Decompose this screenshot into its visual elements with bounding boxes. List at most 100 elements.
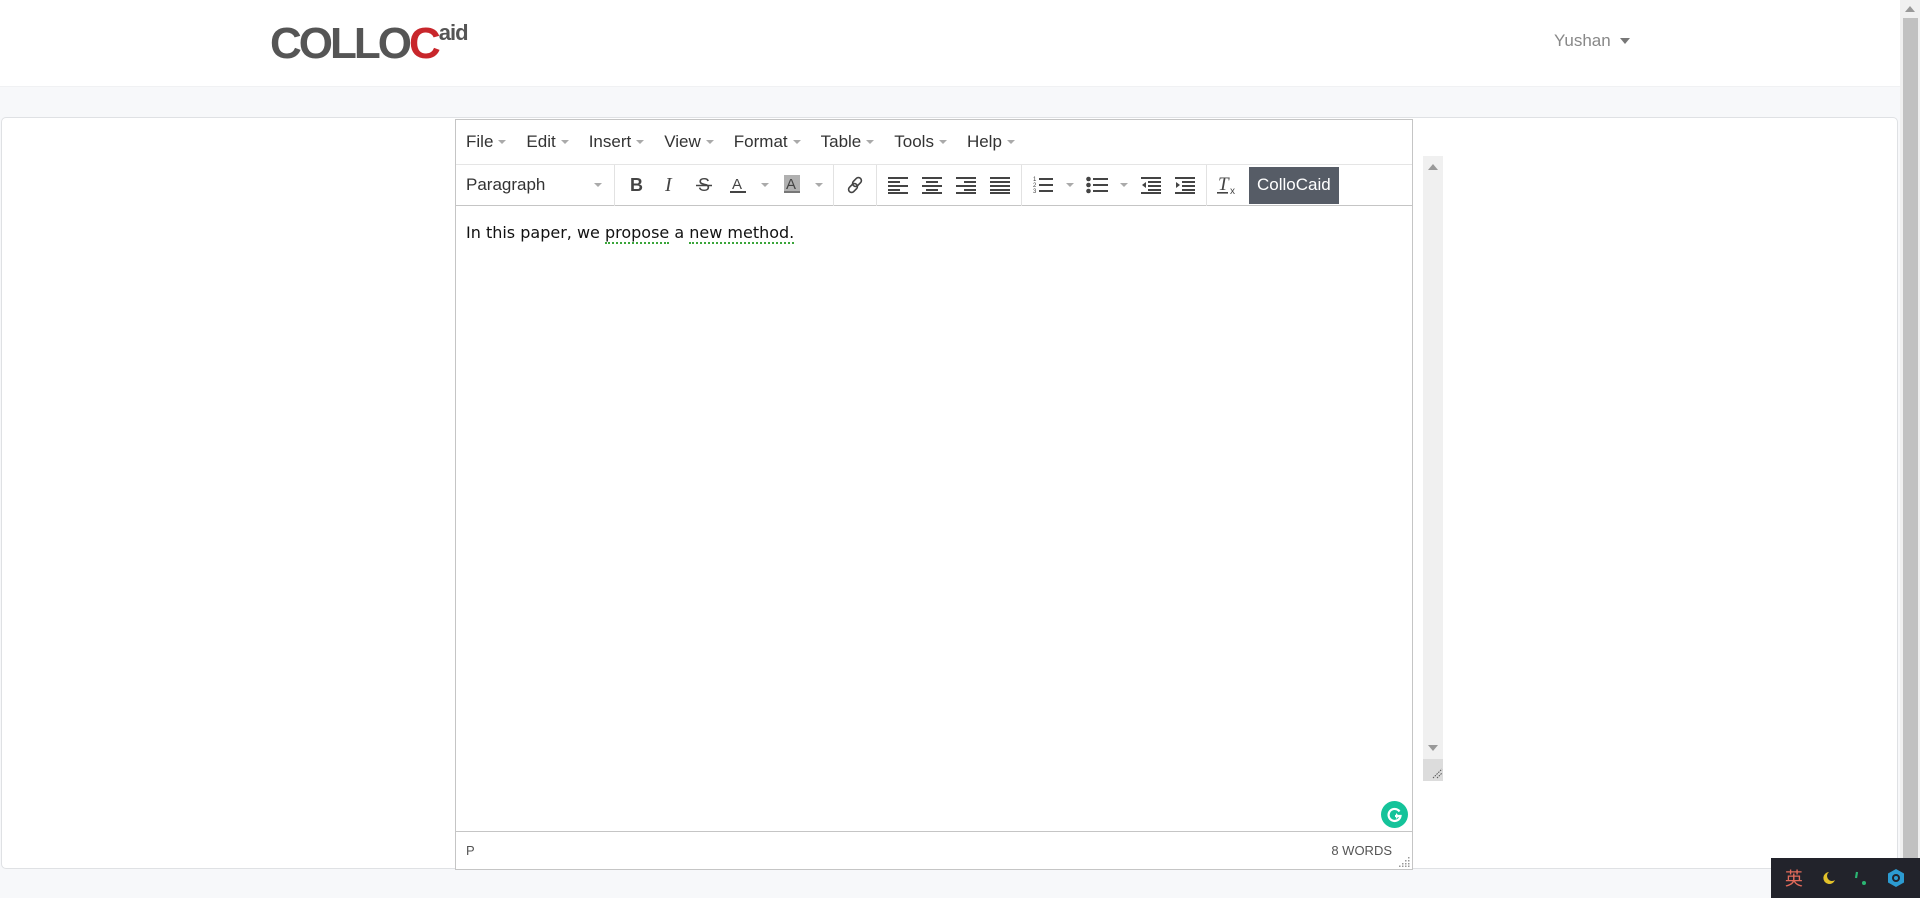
text-color-icon: A bbox=[730, 176, 746, 193]
text-color-button[interactable]: A bbox=[721, 168, 755, 202]
align-right-button[interactable] bbox=[949, 168, 983, 202]
logo-main: COLLO bbox=[270, 19, 412, 68]
clear-formatting-button[interactable]: Tx bbox=[1211, 168, 1245, 202]
chevron-down-icon bbox=[1006, 140, 1015, 144]
chevron-down-icon bbox=[705, 140, 714, 144]
chevron-down-icon bbox=[938, 140, 947, 144]
menu-label: Table bbox=[820, 132, 862, 151]
background-color-button[interactable]: A bbox=[775, 168, 809, 202]
chevron-down-icon bbox=[761, 183, 769, 187]
align-right-icon bbox=[956, 177, 976, 194]
menu-insert[interactable]: Insert bbox=[589, 132, 645, 152]
numbered-list-dropdown[interactable] bbox=[1060, 168, 1080, 202]
scroll-up-icon[interactable] bbox=[1428, 164, 1438, 170]
grammar-flagged-word[interactable]: propose bbox=[604, 223, 670, 244]
list-indent-group: 123 bbox=[1022, 164, 1207, 206]
chevron-down-icon bbox=[560, 140, 569, 144]
menu-format[interactable]: Format bbox=[734, 132, 801, 152]
svg-text:x: x bbox=[1230, 186, 1235, 195]
grammarly-button[interactable] bbox=[1381, 801, 1408, 828]
strikethrough-icon: S bbox=[696, 176, 712, 194]
svg-text:A: A bbox=[732, 176, 742, 193]
paragraph[interactable]: In this paper, we propose a new method. bbox=[466, 223, 1402, 244]
page-scrollbar[interactable] bbox=[1900, 0, 1920, 898]
ime-language-toggle[interactable]: 英 bbox=[1785, 865, 1803, 891]
outdent-button[interactable] bbox=[1134, 168, 1168, 202]
bold-button[interactable]: B bbox=[619, 168, 653, 202]
clear-format-icon: Tx bbox=[1217, 175, 1235, 195]
highlight-icon: A bbox=[784, 175, 800, 193]
svg-text:I: I bbox=[664, 176, 673, 194]
italic-icon: I bbox=[664, 176, 673, 194]
align-left-button[interactable] bbox=[881, 168, 915, 202]
collocaid-plugin-button[interactable]: ColloCaid bbox=[1249, 166, 1339, 204]
menu-file[interactable]: File bbox=[466, 132, 507, 152]
bullet-list-dropdown[interactable] bbox=[1114, 168, 1134, 202]
word-count[interactable]: 8 WORDS bbox=[1331, 843, 1392, 858]
justify-button[interactable] bbox=[983, 168, 1017, 202]
text-color-dropdown[interactable] bbox=[755, 168, 775, 202]
editor-content[interactable]: In this paper, we propose a new method. bbox=[456, 207, 1412, 830]
editor-menubar: File Edit Insert View Format Table Tools… bbox=[456, 120, 1412, 165]
block-format-group: Paragraph bbox=[456, 164, 615, 206]
user-menu[interactable]: Yushan bbox=[1554, 31, 1630, 51]
text-style-group: B I S A A bbox=[615, 164, 834, 206]
menu-label: File bbox=[466, 132, 494, 151]
align-left-icon bbox=[888, 177, 908, 194]
collocaid-logo[interactable]: COLLO Caid bbox=[270, 19, 469, 68]
chevron-down-icon bbox=[1066, 183, 1074, 187]
menu-help[interactable]: Help bbox=[967, 132, 1015, 152]
indent-icon bbox=[1175, 177, 1195, 194]
text-segment: In this paper, we bbox=[466, 223, 605, 242]
chevron-down-icon bbox=[594, 183, 602, 187]
bold-icon: B bbox=[630, 176, 643, 194]
punctuation-icon[interactable] bbox=[1852, 869, 1870, 887]
chevron-down-icon bbox=[636, 140, 645, 144]
link-icon bbox=[847, 176, 863, 194]
svg-text:3: 3 bbox=[1033, 189, 1037, 195]
scroll-down-icon[interactable] bbox=[1428, 745, 1438, 751]
align-center-button[interactable] bbox=[915, 168, 949, 202]
grammarly-icon bbox=[1387, 807, 1402, 823]
block-format-value: Paragraph bbox=[466, 175, 546, 194]
menu-label: Help bbox=[966, 132, 1002, 151]
scroll-up-icon[interactable] bbox=[1905, 6, 1915, 12]
editor-statusbar: P 8 WORDS bbox=[456, 831, 1412, 869]
chevron-down-icon bbox=[866, 140, 875, 144]
alignment-group bbox=[877, 164, 1022, 206]
element-path[interactable]: P bbox=[466, 843, 475, 858]
chevron-down-icon bbox=[498, 140, 507, 144]
align-center-icon bbox=[922, 177, 942, 194]
strikethrough-button[interactable]: S bbox=[687, 168, 721, 202]
format-clear-group: Tx ColloCaid bbox=[1207, 165, 1343, 206]
plugin-panel-scrollbar[interactable] bbox=[1423, 156, 1443, 781]
moon-icon[interactable] bbox=[1819, 869, 1837, 887]
caret-down-icon bbox=[1619, 38, 1630, 44]
outdent-icon bbox=[1141, 177, 1161, 194]
ime-toolbar: 英 bbox=[1771, 858, 1920, 898]
menu-table[interactable]: Table bbox=[821, 132, 875, 152]
numbered-list-button[interactable]: 123 bbox=[1026, 168, 1060, 202]
resize-grip-icon bbox=[1432, 768, 1443, 779]
scrollbar-thumb[interactable] bbox=[1903, 18, 1918, 878]
settings-icon[interactable] bbox=[1886, 868, 1906, 888]
italic-button[interactable]: I bbox=[653, 168, 687, 202]
link-button[interactable] bbox=[838, 168, 872, 202]
grammar-flagged-phrase[interactable]: new method. bbox=[689, 223, 795, 244]
bullet-list-button[interactable] bbox=[1080, 168, 1114, 202]
resize-handle-icon[interactable] bbox=[1398, 855, 1410, 867]
chevron-down-icon bbox=[792, 140, 801, 144]
indent-button[interactable] bbox=[1168, 168, 1202, 202]
menu-view[interactable]: View bbox=[664, 132, 714, 152]
link-group bbox=[834, 164, 877, 206]
menu-tools[interactable]: Tools bbox=[894, 132, 947, 152]
background-color-dropdown[interactable] bbox=[809, 168, 829, 202]
top-navbar: COLLO Caid Yushan bbox=[0, 0, 1900, 87]
menu-label: Edit bbox=[526, 132, 556, 151]
logo-sup: aid bbox=[438, 20, 469, 45]
bullet-list-icon bbox=[1086, 176, 1108, 194]
menu-edit[interactable]: Edit bbox=[526, 132, 569, 152]
resize-corner[interactable] bbox=[1423, 759, 1443, 781]
svg-text:A: A bbox=[786, 176, 796, 193]
block-format-select[interactable]: Paragraph bbox=[460, 175, 610, 195]
